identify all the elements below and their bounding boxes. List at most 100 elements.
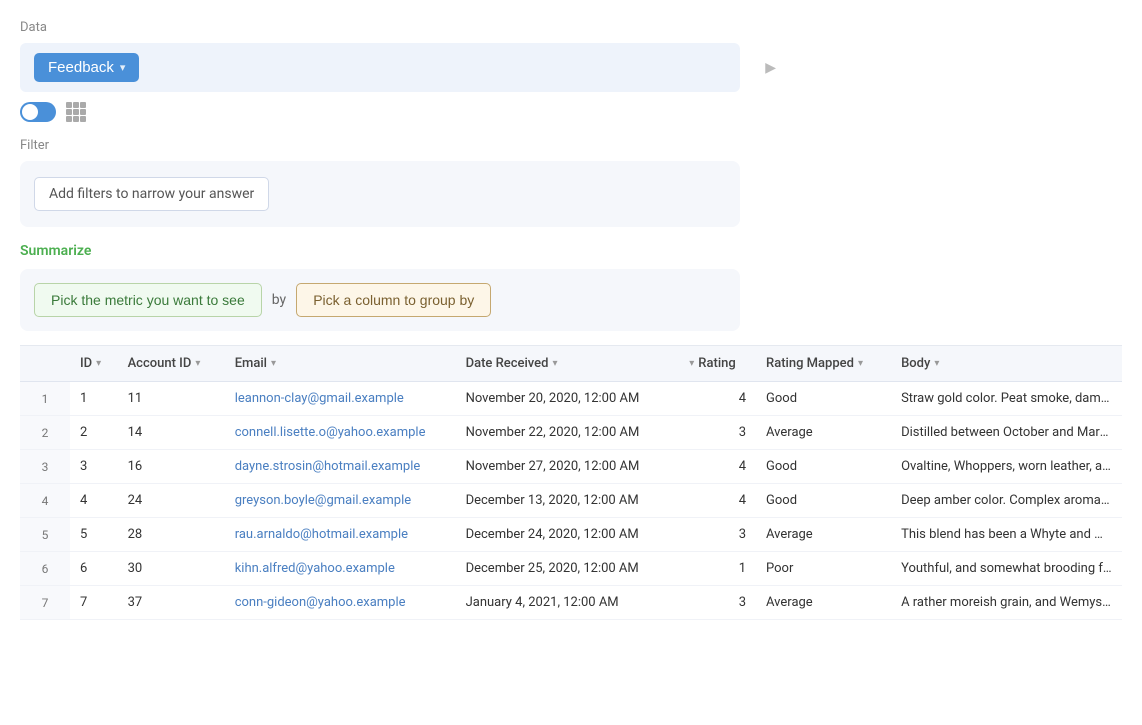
table-row[interactable]: 1111leannon-clay@gmail.exampleNovember 2… <box>20 382 1122 416</box>
cell-id: 1 <box>70 382 118 416</box>
table-header-row: ID ▾ Account ID ▾ Email ▾ <box>20 346 1122 382</box>
grid-icon[interactable] <box>66 102 86 122</box>
by-label: by <box>272 292 286 308</box>
cell-rating_mapped: Good <box>756 450 891 484</box>
cell-body: A rather moreish grain, and Wemyss certa… <box>891 586 1122 620</box>
row-num-cell: 5 <box>20 518 70 552</box>
col-id-chevron-icon: ▾ <box>96 358 101 369</box>
cell-date_received: November 22, 2020, 12:00 AM <box>456 416 680 450</box>
cell-account_id: 16 <box>118 450 225 484</box>
cell-account_id: 24 <box>118 484 225 518</box>
icon-row <box>20 102 1122 122</box>
col-header-email[interactable]: Email ▾ <box>225 346 456 382</box>
col-id-label: ID <box>80 356 92 371</box>
cell-rating_mapped: Poor <box>756 552 891 586</box>
cell-account_id: 14 <box>118 416 225 450</box>
cell-account_id: 30 <box>118 552 225 586</box>
cell-body: Straw gold color. Peat smoke, damp earth… <box>891 382 1122 416</box>
data-table: ID ▾ Account ID ▾ Email ▾ <box>20 346 1122 620</box>
cell-rating_mapped: Good <box>756 484 891 518</box>
col-date-label: Date Received <box>466 356 549 371</box>
cell-rating: 3 <box>679 416 756 450</box>
row-num-cell: 6 <box>20 552 70 586</box>
cell-email: kihn.alfred@yahoo.example <box>225 552 456 586</box>
feedback-label: Feedback <box>48 59 114 76</box>
cell-date_received: December 25, 2020, 12:00 AM <box>456 552 680 586</box>
cell-date_received: December 24, 2020, 12:00 AM <box>456 518 680 552</box>
cell-body: This blend has been a Whyte and MacKay p… <box>891 518 1122 552</box>
cell-id: 5 <box>70 518 118 552</box>
feedback-bar: Feedback ▾ ▶ <box>20 43 740 92</box>
col-rating-label: Rating <box>698 356 735 371</box>
col-header-id[interactable]: ID ▾ <box>70 346 118 382</box>
summarize-row: Pick the metric you want to see by Pick … <box>20 269 740 331</box>
table-row[interactable]: 3316dayne.strosin@hotmail.exampleNovembe… <box>20 450 1122 484</box>
data-section: Data Feedback ▾ ▶ <box>20 20 1122 122</box>
filter-section: Filter Add filters to narrow your answer <box>20 138 1122 227</box>
cell-body: Youthful, and somewhat brooding for a To… <box>891 552 1122 586</box>
cell-rating_mapped: Average <box>756 586 891 620</box>
row-num-cell: 3 <box>20 450 70 484</box>
cell-rating: 4 <box>679 484 756 518</box>
filter-label: Filter <box>20 138 1122 153</box>
col-header-rating-mapped[interactable]: Rating Mapped ▾ <box>756 346 891 382</box>
cell-rating: 4 <box>679 382 756 416</box>
col-body-chevron-icon: ▾ <box>934 358 939 369</box>
cell-id: 4 <box>70 484 118 518</box>
table-row[interactable]: 4424greyson.boyle@gmail.exampleDecember … <box>20 484 1122 518</box>
col-email-label: Email <box>235 356 267 371</box>
cell-rating: 3 <box>679 586 756 620</box>
table-row[interactable]: 5528rau.arnaldo@hotmail.exampleDecember … <box>20 518 1122 552</box>
col-rating-mapped-chevron-icon: ▾ <box>858 358 863 369</box>
cell-body: Deep amber color. Complex aromas of lush… <box>891 484 1122 518</box>
col-header-rating[interactable]: ▾ Rating <box>679 346 756 382</box>
cell-rating: 4 <box>679 450 756 484</box>
row-num-cell: 7 <box>20 586 70 620</box>
cell-email: greyson.boyle@gmail.example <box>225 484 456 518</box>
summarize-label: Summarize <box>20 243 1122 259</box>
col-rating-mapped-label: Rating Mapped <box>766 356 854 371</box>
cell-rating: 1 <box>679 552 756 586</box>
col-email-chevron-icon: ▾ <box>271 358 276 369</box>
cell-body: Distilled between October and March, mat… <box>891 416 1122 450</box>
data-label: Data <box>20 20 1122 35</box>
row-num-cell: 1 <box>20 382 70 416</box>
cell-id: 7 <box>70 586 118 620</box>
cell-account_id: 28 <box>118 518 225 552</box>
feedback-button[interactable]: Feedback ▾ <box>34 53 139 82</box>
summarize-section: Summarize Pick the metric you want to se… <box>20 243 1122 331</box>
col-header-row-num <box>20 346 70 382</box>
cell-date_received: November 20, 2020, 12:00 AM <box>456 382 680 416</box>
page-container: Data Feedback ▾ ▶ Filter Add filters to … <box>0 0 1142 725</box>
col-account-id-label: Account ID <box>128 356 192 371</box>
metric-label: Pick the metric you want to see <box>51 292 245 308</box>
table-row[interactable]: 7737conn-gideon@yahoo.exampleJanuary 4, … <box>20 586 1122 620</box>
play-icon[interactable]: ▶ <box>765 60 776 76</box>
filter-input[interactable]: Add filters to narrow your answer <box>34 177 269 211</box>
row-num-cell: 2 <box>20 416 70 450</box>
col-date-chevron-icon: ▾ <box>552 358 557 369</box>
cell-email: conn-gideon@yahoo.example <box>225 586 456 620</box>
cell-account_id: 37 <box>118 586 225 620</box>
col-header-date-received[interactable]: Date Received ▾ <box>456 346 680 382</box>
cell-date_received: December 13, 2020, 12:00 AM <box>456 484 680 518</box>
filter-box: Add filters to narrow your answer <box>20 161 740 227</box>
metric-button[interactable]: Pick the metric you want to see <box>34 283 262 317</box>
toggle-switch[interactable] <box>20 102 56 122</box>
cell-id: 3 <box>70 450 118 484</box>
col-rating-chevron-left-icon: ▾ <box>689 358 694 369</box>
table-row[interactable]: 2214connell.lisette.o@yahoo.exampleNovem… <box>20 416 1122 450</box>
group-by-button[interactable]: Pick a column to group by <box>296 283 491 317</box>
col-header-account-id[interactable]: Account ID ▾ <box>118 346 225 382</box>
table-section: ID ▾ Account ID ▾ Email ▾ <box>20 345 1122 620</box>
cell-rating_mapped: Average <box>756 416 891 450</box>
cell-id: 6 <box>70 552 118 586</box>
cell-date_received: January 4, 2021, 12:00 AM <box>456 586 680 620</box>
table-row[interactable]: 6630kihn.alfred@yahoo.exampleDecember 25… <box>20 552 1122 586</box>
cell-rating_mapped: Good <box>756 382 891 416</box>
group-by-label: Pick a column to group by <box>313 292 474 308</box>
col-header-body[interactable]: Body ▾ <box>891 346 1122 382</box>
cell-email: leannon-clay@gmail.example <box>225 382 456 416</box>
cell-rating: 3 <box>679 518 756 552</box>
filter-placeholder: Add filters to narrow your answer <box>49 186 254 202</box>
